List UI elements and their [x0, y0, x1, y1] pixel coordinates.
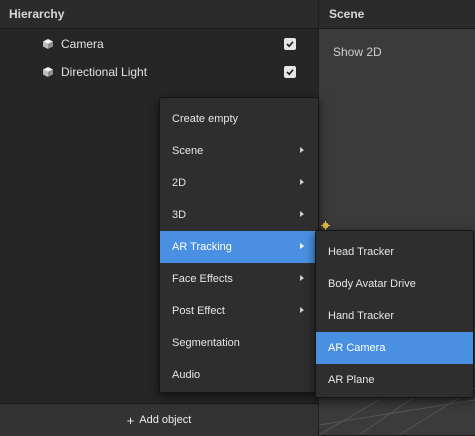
menu-item-label: Post Effect — [172, 305, 225, 317]
menu-item-label: 2D — [172, 177, 187, 189]
submenu-item-label: AR Plane — [328, 374, 375, 386]
menu-item-label: 3D — [172, 209, 187, 221]
hierarchy-item-directional-light[interactable]: Directional Light — [0, 58, 318, 86]
menu-item-label: Audio — [172, 369, 201, 381]
submenu-item-body-avatar-drive[interactable]: Body Avatar Drive — [316, 268, 473, 300]
menu-item-segmentation[interactable]: Segmentation — [160, 327, 318, 359]
scene-header: Scene — [319, 0, 475, 29]
submenu-arrow-icon — [300, 147, 304, 153]
submenu-item-label: AR Camera — [328, 342, 386, 354]
submenu-arrow-icon — [300, 179, 304, 185]
submenu-item-label: Body Avatar Drive — [328, 278, 416, 290]
menu-item-label: Create empty — [172, 113, 239, 125]
visibility-checkbox[interactable] — [284, 66, 296, 78]
hierarchy-item-label: Directional Light — [61, 65, 148, 79]
submenu-item-head-tracker[interactable]: Head Tracker — [316, 236, 473, 268]
scene-title: Scene — [329, 7, 365, 21]
menu-item-ar-tracking[interactable]: AR Tracking — [160, 231, 318, 263]
submenu-arrow-icon — [300, 243, 304, 249]
cube-icon — [43, 39, 53, 49]
menu-item-label: Face Effects — [172, 273, 233, 285]
add-object-label: Add object — [139, 414, 192, 426]
submenu-item-label: Hand Tracker — [328, 310, 395, 322]
menu-item-create-empty[interactable]: Create empty — [160, 103, 318, 135]
cube-icon — [43, 67, 53, 77]
add-object-context-menu: Create empty Scene 2D 3D AR Tracking Fac… — [159, 97, 319, 393]
submenu-item-ar-plane[interactable]: AR Plane — [316, 364, 473, 396]
submenu-item-label: Head Tracker — [328, 246, 395, 258]
add-object-button[interactable]: + Add object — [0, 404, 318, 436]
submenu-item-ar-camera[interactable]: AR Camera — [316, 332, 473, 364]
hierarchy-item-label: Camera — [61, 37, 104, 51]
menu-item-label: Scene — [172, 145, 204, 157]
submenu-arrow-icon — [300, 275, 304, 281]
checkmark-icon — [286, 41, 294, 48]
hierarchy-header: Hierarchy — [0, 0, 318, 29]
menu-item-label: AR Tracking — [172, 241, 232, 253]
submenu-item-hand-tracker[interactable]: Hand Tracker — [316, 300, 473, 332]
hierarchy-item-camera[interactable]: Camera — [0, 30, 318, 58]
menu-item-post-effect[interactable]: Post Effect — [160, 295, 318, 327]
plus-icon: + — [126, 412, 135, 428]
checkmark-icon — [286, 69, 294, 76]
submenu-arrow-icon — [300, 307, 304, 313]
menu-item-3d[interactable]: 3D — [160, 199, 318, 231]
submenu-arrow-icon — [300, 211, 304, 217]
hierarchy-title: Hierarchy — [9, 7, 65, 21]
show-2d-toggle[interactable]: Show 2D — [333, 45, 382, 59]
light-gizmo-icon[interactable] — [321, 221, 330, 230]
menu-item-label: Segmentation — [172, 337, 240, 349]
hierarchy-footer: + Add object — [0, 403, 318, 436]
menu-item-audio[interactable]: Audio — [160, 359, 318, 391]
visibility-checkbox[interactable] — [284, 38, 296, 50]
menu-item-face-effects[interactable]: Face Effects — [160, 263, 318, 295]
menu-item-2d[interactable]: 2D — [160, 167, 318, 199]
menu-item-scene[interactable]: Scene — [160, 135, 318, 167]
ar-tracking-submenu: Head Tracker Body Avatar Drive Hand Trac… — [315, 230, 474, 398]
